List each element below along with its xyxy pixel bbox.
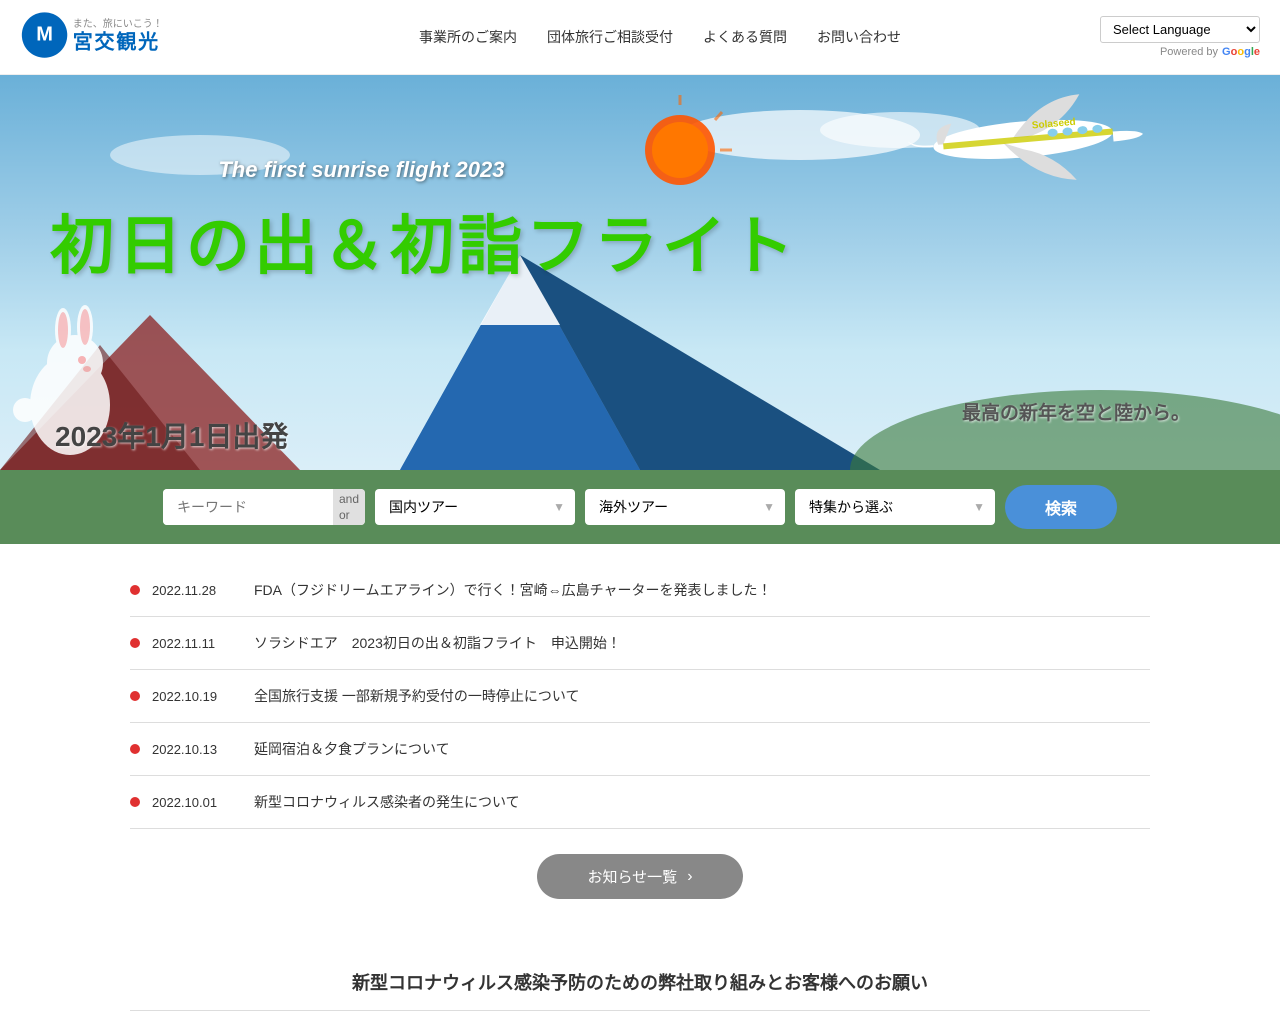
nav-faq[interactable]: よくある質問 (703, 27, 787, 47)
news-list: 2022.11.28 FDA（フジドリームエアライン）で行く！宮崎⇔広島チャータ… (130, 564, 1150, 829)
svg-text:また、旅にいこう！: また、旅にいこう！ (73, 17, 163, 30)
domestic-select[interactable]: 国内ツアー 九州 沖縄 北海道 東京 (375, 489, 575, 525)
domestic-dropdown-wrap: 国内ツアー 九州 沖縄 北海道 東京 ▼ (375, 489, 575, 525)
news-text[interactable]: ソラシドエア 2023初日の出＆初詣フライト 申込開始！ (254, 633, 621, 653)
news-item: 2022.10.01 新型コロナウィルス感染者の発生について (130, 776, 1150, 829)
and-label: and (339, 492, 359, 506)
news-item: 2022.10.13 延岡宿泊＆夕食プランについて (130, 723, 1150, 776)
logo[interactable]: M また、旅にいこう！ 宮交観光 (20, 8, 220, 66)
news-dot (130, 638, 140, 648)
nav-service[interactable]: 事業所のご案内 (419, 27, 517, 47)
news-more-label: お知らせ一覧 (587, 866, 677, 887)
news-dot (130, 744, 140, 754)
hero-subtitle: 最高の新年を空と陸から。 (962, 398, 1190, 425)
nav-contact[interactable]: お問い合わせ (817, 27, 901, 47)
and-or-wrap: and or (333, 489, 365, 525)
news-text[interactable]: 延岡宿泊＆夕食プランについて (254, 739, 450, 759)
hero-date: 2023年1月1日出発 (55, 415, 288, 455)
search-bar: and or 国内ツアー 九州 沖縄 北海道 東京 ▼ 海外ツアー ハワイ グア… (0, 470, 1280, 544)
or-label: or (339, 508, 359, 522)
news-date: 2022.11.28 (152, 583, 242, 598)
news-dot (130, 585, 140, 595)
header: M また、旅にいこう！ 宮交観光 事業所のご案内 団体旅行ご相談受付 よくある質… (0, 0, 1280, 75)
feature-select[interactable]: 特集から選ぶ 夏休み特集 お正月特集 ハネムーン (795, 489, 995, 525)
news-text[interactable]: 全国旅行支援 一部新規予約受付の一時停止について (254, 686, 579, 706)
bottom-heading: 新型コロナウィルス感染予防のための弊社取り組みとお客様へのお願い (130, 969, 1150, 1011)
news-date: 2022.10.19 (152, 689, 242, 704)
news-more-wrap: お知らせ一覧 › (130, 854, 1150, 899)
news-text[interactable]: FDA（フジドリームエアライン）で行く！宮崎⇔広島チャーターを発表しました！ (254, 580, 771, 600)
bottom-section: 新型コロナウィルス感染予防のための弊社取り組みとお客様へのお願い (120, 949, 1160, 1031)
news-dot (130, 797, 140, 807)
news-date: 2022.10.13 (152, 742, 242, 757)
keyword-input[interactable] (163, 489, 333, 525)
nav-group[interactable]: 団体旅行ご相談受付 (547, 27, 673, 47)
language-select[interactable]: Select Language (1100, 16, 1260, 43)
hero-banner: Solaseed The first sunrise flight 2023 初… (0, 75, 1280, 470)
news-section: 2022.11.28 FDA（フジドリームエアライン）で行く！宮崎⇔広島チャータ… (120, 544, 1160, 949)
language-area: Select Language Powered by Google (1100, 16, 1260, 58)
news-text[interactable]: 新型コロナウィルス感染者の発生について (254, 792, 520, 812)
news-item: 2022.10.19 全国旅行支援 一部新規予約受付の一時停止について (130, 670, 1150, 723)
header-left: M また、旅にいこう！ 宮交観光 (20, 8, 220, 66)
hero-title-japanese: 初日の出＆初詣フライト (50, 195, 798, 287)
news-date: 2022.10.01 (152, 795, 242, 810)
hero-title-english: The first sunrise flight 2023 (218, 157, 504, 183)
news-dot (130, 691, 140, 701)
news-item: 2022.11.11 ソラシドエア 2023初日の出＆初詣フライト 申込開始！ (130, 617, 1150, 670)
chevron-right-icon: › (687, 868, 692, 886)
news-more-button[interactable]: お知らせ一覧 › (537, 854, 742, 899)
svg-text:M: M (36, 24, 53, 46)
news-date: 2022.11.11 (152, 636, 242, 651)
keyword-wrap: and or (163, 489, 365, 525)
overseas-select[interactable]: 海外ツアー ハワイ グアム 韓国 台湾 (585, 489, 785, 525)
svg-text:宮交観光: 宮交観光 (73, 30, 160, 54)
search-button[interactable]: 検索 (1005, 485, 1117, 529)
main-nav: 事業所のご案内 団体旅行ご相談受付 よくある質問 お問い合わせ (220, 27, 1100, 47)
feature-dropdown-wrap: 特集から選ぶ 夏休み特集 お正月特集 ハネムーン ▼ (795, 489, 995, 525)
google-logo: Google (1222, 46, 1260, 58)
powered-by: Powered by Google (1160, 46, 1260, 58)
overseas-dropdown-wrap: 海外ツアー ハワイ グアム 韓国 台湾 ▼ (585, 489, 785, 525)
news-item: 2022.11.28 FDA（フジドリームエアライン）で行く！宮崎⇔広島チャータ… (130, 564, 1150, 617)
